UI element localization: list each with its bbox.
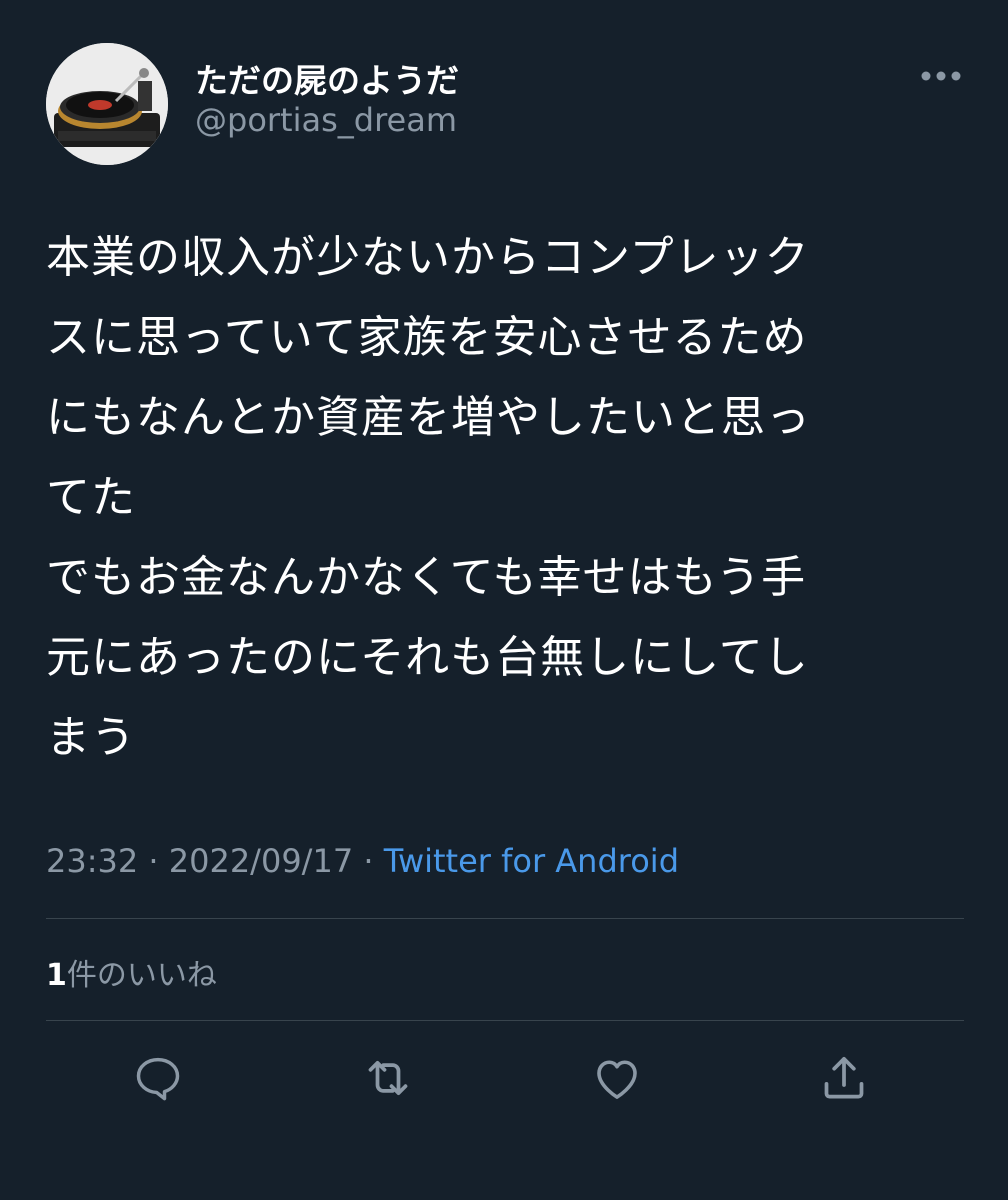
reply-button[interactable]	[130, 1050, 186, 1106]
tweet-date[interactable]: 2022/09/17	[169, 842, 353, 880]
meta-separator: ·	[363, 842, 374, 880]
likes-summary[interactable]: 1件のいいね	[46, 950, 217, 994]
display-name[interactable]: ただの屍のようだ	[195, 54, 459, 102]
likes-count: 1	[46, 958, 67, 993]
tweet-time[interactable]: 23:32	[46, 842, 138, 880]
retweet-button[interactable]	[360, 1050, 416, 1106]
more-options-button[interactable]	[912, 58, 970, 94]
more-icon	[921, 71, 961, 81]
share-button[interactable]	[816, 1050, 872, 1106]
share-icon	[824, 1057, 864, 1099]
avatar[interactable]	[46, 43, 168, 165]
user-handle[interactable]: @portias_dream	[195, 101, 457, 139]
heart-icon	[597, 1060, 637, 1099]
divider	[46, 918, 964, 919]
meta-separator: ·	[148, 842, 159, 880]
retweet-icon	[368, 1060, 408, 1096]
tweet-meta: 23:32 · 2022/09/17 · Twitter for Android	[46, 842, 679, 880]
divider	[46, 1020, 964, 1021]
like-button[interactable]	[589, 1050, 645, 1106]
likes-label: 件のいいね	[66, 958, 217, 993]
tweet-text: 本業の収入が少ないからコンプレック スに思っていて家族を安心させるため にもなん…	[46, 232, 811, 763]
turntable-avatar-icon	[46, 43, 168, 165]
tweet-source-link[interactable]: Twitter for Android	[384, 842, 679, 880]
reply-icon	[136, 1057, 180, 1101]
